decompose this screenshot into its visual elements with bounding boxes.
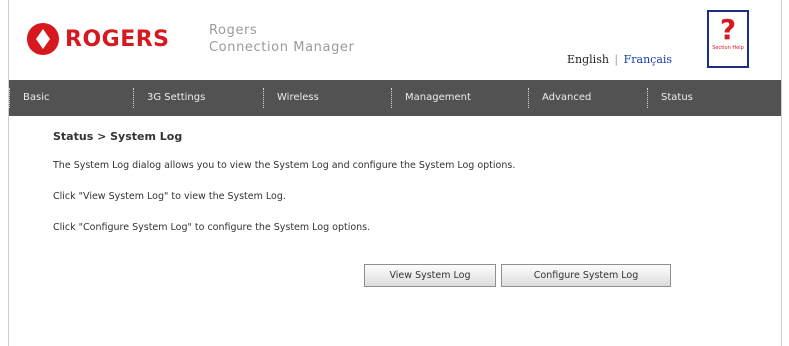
logo-text: ROGERS: [65, 26, 170, 52]
language-switcher: English | Français: [567, 53, 672, 66]
description-text: The System Log dialog allows you to view…: [53, 160, 516, 171]
language-french-link[interactable]: Français: [624, 53, 672, 66]
rogers-logo: ROGERS: [26, 22, 170, 56]
configure-instruction-text: Click "Configure System Log" to configur…: [53, 222, 371, 233]
main-nav: Basic 3G Settings Wireless Management Ad…: [9, 80, 781, 116]
product-name-line2: Connection Manager: [209, 40, 355, 55]
nav-item-basic[interactable]: Basic: [9, 80, 133, 116]
breadcrumb: Status > System Log: [53, 130, 183, 143]
nav-item-advanced[interactable]: Advanced: [528, 80, 647, 116]
language-separator: |: [614, 53, 619, 66]
nav-item-3g-settings[interactable]: 3G Settings: [133, 80, 263, 116]
language-english[interactable]: English: [567, 53, 609, 66]
nav-item-wireless[interactable]: Wireless: [263, 80, 391, 116]
rogers-logo-icon: [27, 23, 59, 55]
section-help-button[interactable]: ? Section Help: [707, 10, 749, 68]
product-name: Rogers Connection Manager: [209, 22, 354, 56]
nav-item-management[interactable]: Management: [391, 80, 528, 116]
question-mark-icon: ?: [719, 13, 737, 46]
section-help-label: Section Help: [712, 45, 744, 51]
view-instruction-text: Click "View System Log" to view the Syst…: [53, 191, 286, 202]
product-name-line1: Rogers: [209, 23, 258, 38]
configure-system-log-button[interactable]: Configure System Log: [501, 264, 671, 287]
nav-item-status[interactable]: Status: [647, 80, 781, 116]
view-system-log-button[interactable]: View System Log: [364, 264, 496, 287]
